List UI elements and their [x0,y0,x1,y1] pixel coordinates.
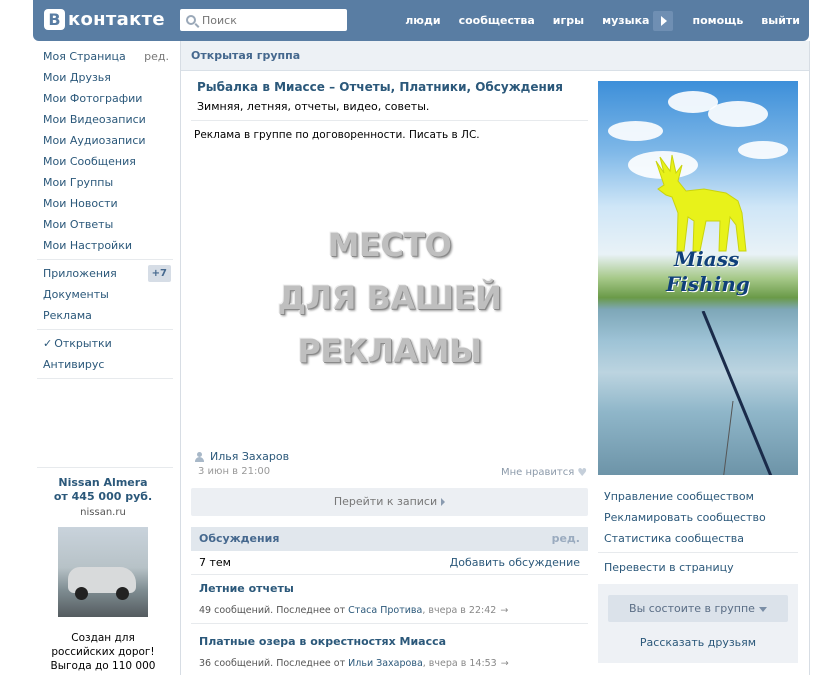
discussions-header: Обсуждения ред. [191,527,588,551]
caret-down-icon [758,606,767,612]
logo-text: контакте [68,9,165,30]
top-nav: люди сообщества игры музыка помощь выйти [396,0,809,41]
topics-count: 7 тем [199,556,231,569]
ad-title[interactable]: Nissan Almera от 445 000 руб. [33,476,173,504]
ad-banner-text[interactable]: МЕСТО ДЛЯ ВАШЕЙ РЕКЛАМЫ [191,219,588,378]
left-sidebar: Моя Страница ред. Мои Друзья Мои Фотогра… [33,46,173,673]
topic-last-author[interactable]: Ильи Захарова [348,658,423,669]
divider [191,623,588,624]
divider [598,552,798,553]
sidebar-item-my-page[interactable]: Моя Страница ред. [33,46,173,67]
goto-post-button[interactable]: Перейти к записи [191,488,588,516]
add-discussion-link[interactable]: Добавить обсуждение [450,553,580,573]
ad-placeholder [33,382,173,464]
sidebar-item-answers[interactable]: Мои Ответы [33,214,173,235]
nav-music[interactable]: музыка [602,14,649,27]
topic-meta: 36 сообщений. Последнее от Ильи Захарова… [199,658,509,669]
convert-to-page-link[interactable]: Перевести в страницу [598,557,798,578]
search-icon [186,15,196,25]
list-item: Платные озера в окрестностях Миасса 36 с… [191,635,588,669]
nav-help[interactable]: помощь [692,14,743,27]
group-cover-image[interactable]: Miass Fishing [598,81,798,475]
edit-link[interactable]: ред. [144,46,169,67]
page-title: Открытая группа [181,41,809,71]
check-icon: ✓ [43,337,53,350]
divider [37,259,173,260]
sidebar-ad[interactable]: Nissan Almera от 445 000 руб. nissan.ru … [33,476,173,673]
divider [37,378,173,379]
group-description: Реклама в группе по договоренности. Писа… [194,129,480,141]
top-header: В контакте люди сообщества игры музыка п… [33,0,809,41]
topic-last-author[interactable]: Стаса Протива [348,605,422,616]
group-title: Рыбалка в Миассе – Отчеты, Платники, Обс… [197,80,563,94]
sidebar-item-documents[interactable]: Документы [33,284,173,305]
divider [191,120,588,121]
sidebar-item-videos[interactable]: Мои Видеозаписи [33,109,173,130]
nav-logout[interactable]: выйти [761,14,800,27]
search-input[interactable] [202,13,342,27]
sidebar-item-news[interactable]: Мои Новости [33,193,173,214]
nav-games[interactable]: игры [553,14,584,27]
topic-meta: 49 сообщений. Последнее от Стаса Протива… [199,605,509,616]
sidebar-item-audio[interactable]: Мои Аудиозаписи [33,130,173,151]
discussions-summary: 7 тем Добавить обсуждение [191,553,588,573]
topic-title[interactable]: Летние отчеты [199,582,580,595]
apps-count-badge: +7 [147,265,171,282]
membership-button[interactable]: Вы состоите в группе [608,595,788,622]
sidebar-item-friends[interactable]: Мои Друзья [33,67,173,88]
moose-logo-icon [655,154,747,252]
topic-title[interactable]: Платные озера в окрестностях Миасса [199,635,580,648]
nav-people[interactable]: люди [405,14,440,27]
sidebar-item-antivirus[interactable]: Антивирус [33,354,173,375]
manage-community-link[interactable]: Управление сообществом [598,486,798,507]
post-date[interactable]: 3 июн в 21:00 [198,466,270,477]
nav-communities[interactable]: сообщества [459,14,535,27]
fishing-rod-icon [701,311,773,475]
list-item: Летние отчеты 49 сообщений. Последнее от… [191,582,588,616]
user-icon [195,451,204,462]
search-box[interactable] [180,9,347,31]
arrow-right-icon [441,498,446,506]
divider [37,467,173,468]
post-author[interactable]: Илья Захаров [195,450,289,463]
sidebar-item-cards[interactable]: ✓ Открытки [33,333,173,354]
divider [191,574,588,575]
cover-text-miass: Miass [674,247,740,271]
sidebar-item-apps[interactable]: Приложения +7 [33,263,173,284]
logo-icon: В [44,9,65,30]
ad-car-image[interactable] [58,527,148,617]
divider [37,329,173,330]
community-stats-link[interactable]: Статистика сообщества [598,528,798,549]
membership-box: Вы состоите в группе Рассказать друзьям [598,584,798,663]
sidebar-item-groups[interactable]: Мои Группы [33,172,173,193]
discussions-title[interactable]: Обсуждения [199,527,279,551]
vk-logo[interactable]: В контакте [44,9,165,30]
sidebar-item-messages[interactable]: Мои Сообщения [33,151,173,172]
ad-text: Создан для российских дорог! Выгода до 1… [50,632,156,672]
sidebar-item-photos[interactable]: Мои Фотографии [33,88,173,109]
heart-icon: ♥ [577,466,588,479]
ad-domain: nissan.ru [80,507,126,518]
sidebar-item-ads[interactable]: Реклама [33,305,173,326]
arrow-icon[interactable]: → [500,605,508,616]
group-status: Зимняя, летняя, отчеты, видео, советы. [197,100,430,113]
main-content: Открытая группа Рыбалка в Миассе – Отчет… [180,41,810,675]
like-button[interactable]: Мне нравится ♥ [501,466,587,479]
tell-friends-link[interactable]: Рассказать друзьям [598,636,798,649]
sidebar-item-settings[interactable]: Мои Настройки [33,235,173,256]
group-actions: Управление сообществом Рекламировать соо… [598,486,798,578]
cover-text-fishing: Fishing [666,272,750,296]
advertise-community-link[interactable]: Рекламировать сообщество [598,507,798,528]
discussions-edit-link[interactable]: ред. [552,527,580,551]
arrow-icon[interactable]: → [501,658,509,669]
play-icon[interactable] [653,10,674,31]
